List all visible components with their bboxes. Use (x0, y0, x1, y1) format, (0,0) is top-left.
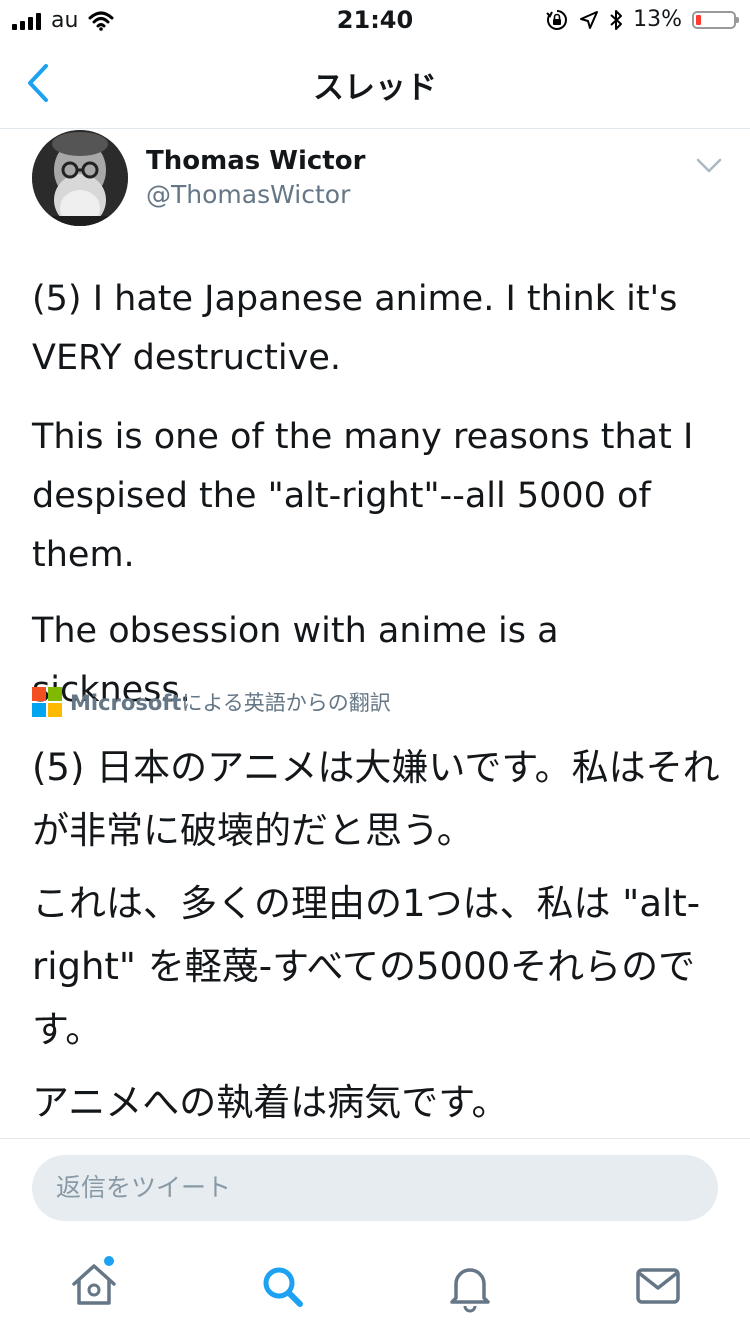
new-content-indicator (104, 1256, 114, 1266)
location-icon (580, 10, 599, 29)
search-icon[interactable] (252, 1256, 312, 1316)
battery-icon (692, 10, 739, 29)
translated-paragraph: (5) 日本のアニメは大嫌いです。私はそれが非常に破壊的だと思う。 (32, 746, 720, 852)
author-name[interactable]: Thomas Wictor (146, 146, 365, 176)
home-icon[interactable] (64, 1256, 124, 1316)
author-handle[interactable]: @ThomasWictor (146, 180, 350, 209)
battery-percent: 13% (633, 7, 682, 32)
translation-text: による英語からの翻訳 (181, 691, 391, 715)
avatar[interactable] (32, 130, 128, 226)
divider (0, 1138, 750, 1139)
tweet-paragraph: (5) I hate Japanese anime. I think it's … (32, 279, 678, 378)
translated-paragraph: アニメへの執着は病気です。 (32, 1081, 509, 1124)
reply-input[interactable]: 返信をツイート (32, 1155, 718, 1221)
messages-icon[interactable] (628, 1256, 688, 1316)
translation-brand: Microsoft (70, 691, 182, 715)
translation-label: Microsoftによる英語からの翻訳 (70, 687, 391, 717)
bluetooth-icon (610, 9, 623, 30)
tweet-paragraph: This is one of the many reasons that I d… (32, 417, 694, 575)
microsoft-logo-icon (32, 687, 62, 717)
orientation-lock-icon (546, 9, 568, 30)
navigation-bar: スレッド (0, 40, 750, 129)
notifications-icon[interactable] (440, 1256, 500, 1316)
status-right: 13% (545, 7, 739, 32)
page-title: スレッド (313, 70, 437, 106)
status-bar: au 21:40 13% (0, 0, 750, 40)
chevron-down-icon[interactable] (694, 154, 724, 178)
translated-paragraph: これは、多くの理由の1つは、私は "alt-right" を軽蔑-すべての500… (32, 882, 701, 1051)
avatar-image (32, 130, 128, 226)
translation-attribution[interactable]: Microsoftによる英語からの翻訳 (32, 684, 391, 720)
